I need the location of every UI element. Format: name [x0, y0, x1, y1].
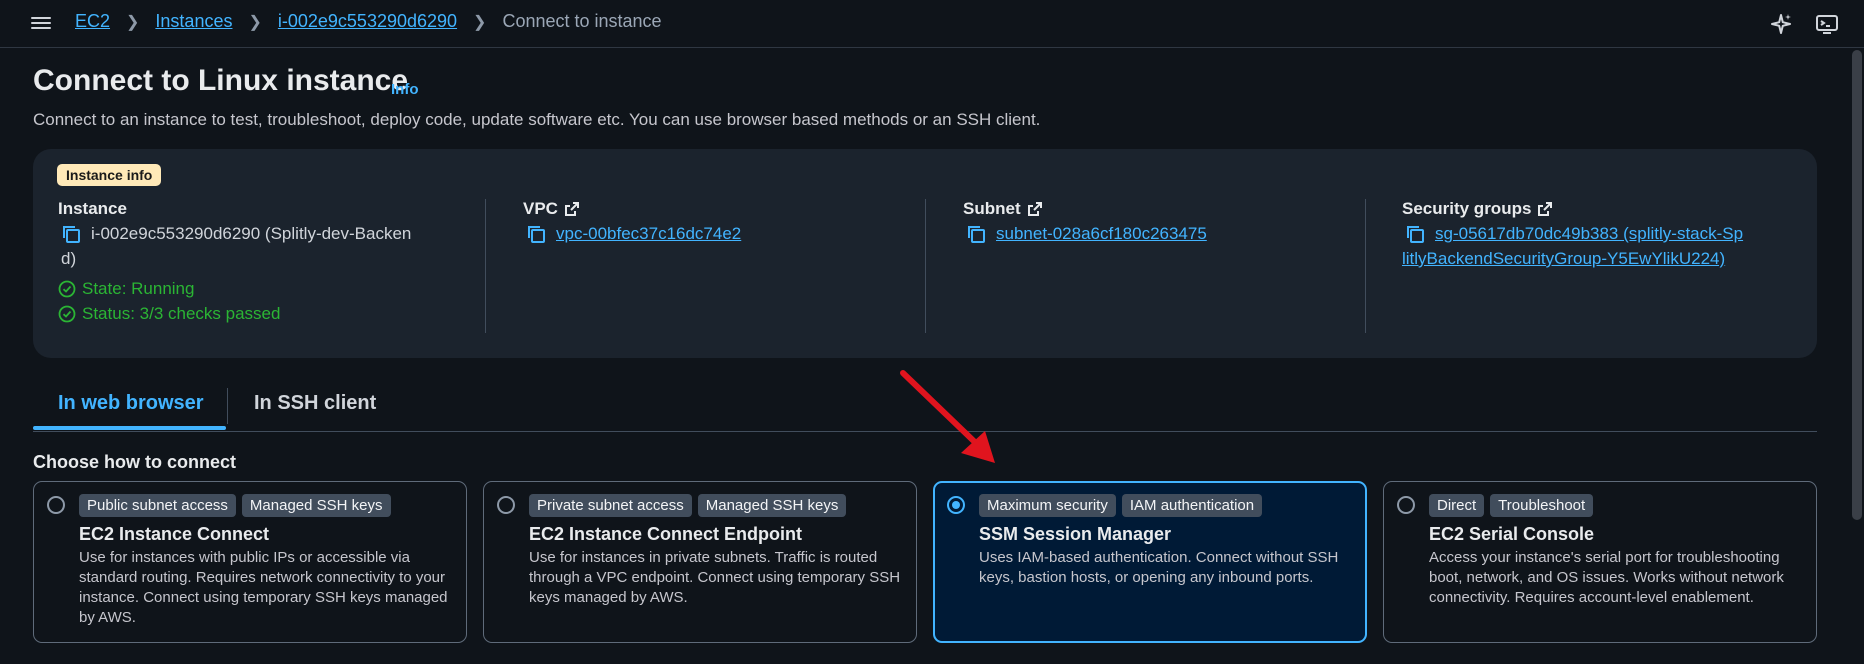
- tab-in-ssh-client[interactable]: In SSH client: [254, 392, 376, 415]
- breadcrumb-ec2[interactable]: EC2: [75, 11, 110, 32]
- copy-icon[interactable]: [1405, 224, 1425, 244]
- option-title: EC2 Instance Connect: [79, 524, 270, 544]
- copy-icon[interactable]: [61, 224, 81, 244]
- subnet-label-row: Subnet: [963, 199, 1207, 219]
- page-title: Connect to Linux instance: [33, 64, 409, 97]
- vpc-label: VPC: [523, 199, 558, 218]
- tab-in-web-browser[interactable]: In web browser: [58, 392, 204, 415]
- option-title: SSM Session Manager: [979, 524, 1172, 544]
- subnet-label: Subnet: [963, 199, 1021, 218]
- tag: Public subnet access: [79, 494, 236, 517]
- option-tags: Maximum security IAM authentication: [979, 494, 1263, 517]
- radio-button[interactable]: [1397, 496, 1415, 514]
- security-group-link[interactable]: sg-05617db70dc49b383 (splitly-stack-Sp: [1435, 221, 1743, 246]
- tag: IAM authentication: [1121, 494, 1263, 517]
- chevron-right-icon: ❯: [248, 13, 262, 31]
- tag: Managed SSH keys: [697, 494, 847, 517]
- red-arrow-annotation-icon: [900, 370, 995, 463]
- external-link-icon[interactable]: [564, 201, 580, 217]
- option-tags: Public subnet access Managed SSH keys: [79, 494, 391, 517]
- status-text: Status: 3/3 checks passed: [82, 304, 281, 323]
- vpc-column: VPC vpc-00bfec37c16dc74e2: [523, 199, 741, 246]
- chevron-right-icon: ❯: [473, 13, 487, 31]
- vpc-link[interactable]: vpc-00bfec37c16dc74e2: [556, 221, 741, 246]
- tag: Direct: [1429, 494, 1485, 517]
- subnet-column: Subnet subnet-028a6cf180c263475: [963, 199, 1207, 246]
- option-ssm-session-manager[interactable]: Maximum security IAM authentication SSM …: [933, 481, 1367, 643]
- instance-info-badge: Instance info: [57, 164, 162, 186]
- option-description: Use for instances with public IPs or acc…: [79, 549, 448, 626]
- instance-value-line1: i-002e9c553290d6290 (Splitly-dev-Backen: [91, 224, 412, 243]
- column-divider: [485, 199, 486, 333]
- option-description: Access your instance's serial port for t…: [1429, 549, 1784, 606]
- option-tags: Direct Troubleshoot: [1429, 494, 1594, 517]
- option-description: Uses IAM-based authentication. Connect w…: [979, 549, 1339, 586]
- instance-state: State: Running: [58, 276, 458, 301]
- menu-icon[interactable]: [31, 14, 51, 32]
- security-groups-value-row: sg-05617db70dc49b383 (splitly-stack-Sp l…: [1402, 221, 1792, 271]
- cloudshell-icon[interactable]: [1815, 12, 1839, 36]
- check-circle-icon: [58, 280, 76, 297]
- security-groups-label-row: Security groups: [1402, 199, 1792, 219]
- instance-value: i-002e9c553290d6290 (Splitly-dev-Backen …: [61, 221, 412, 271]
- instance-value-line2: d): [61, 249, 77, 268]
- page-scrollbar[interactable]: [1852, 50, 1862, 520]
- breadcrumb-current: Connect to instance: [502, 11, 662, 31]
- active-tab-indicator: [33, 426, 226, 430]
- vpc-label-row: VPC: [523, 199, 741, 219]
- tag: Managed SSH keys: [241, 494, 391, 517]
- security-groups-label: Security groups: [1402, 199, 1532, 218]
- external-link-icon[interactable]: [1027, 201, 1043, 217]
- tag: Private subnet access: [529, 494, 692, 517]
- tag: Troubleshoot: [1490, 494, 1594, 517]
- instance-value-row: i-002e9c553290d6290 (Splitly-dev-Backen …: [58, 221, 458, 271]
- security-groups-value: sg-05617db70dc49b383 (splitly-stack-Sp l…: [1402, 221, 1743, 271]
- top-navigation-bar: EC2 ❯ Instances ❯ i-002e9c553290d6290 ❯ …: [0, 0, 1864, 48]
- tag: Maximum security: [979, 494, 1116, 517]
- instance-label: Instance: [58, 199, 127, 218]
- radio-button[interactable]: [47, 496, 65, 514]
- sparkle-icon[interactable]: [1769, 12, 1793, 36]
- external-link-icon[interactable]: [1537, 201, 1553, 217]
- option-ec2-instance-connect-endpoint[interactable]: Private subnet access Managed SSH keys E…: [483, 481, 917, 643]
- option-description: Use for instances in private subnets. Tr…: [529, 549, 901, 606]
- tab-divider: [227, 388, 228, 424]
- option-title: EC2 Instance Connect Endpoint: [529, 524, 803, 544]
- breadcrumb-instances[interactable]: Instances: [155, 11, 232, 32]
- vpc-value-row: vpc-00bfec37c16dc74e2: [523, 221, 741, 246]
- instance-column: Instance i-002e9c553290d6290 (Splitly-de…: [58, 199, 458, 326]
- check-circle-icon: [58, 305, 76, 322]
- option-title: EC2 Serial Console: [1429, 524, 1595, 544]
- info-link[interactable]: Info: [391, 81, 419, 98]
- breadcrumb: EC2 ❯ Instances ❯ i-002e9c553290d6290 ❯ …: [75, 11, 662, 32]
- security-group-link-cont[interactable]: litlyBackendSecurityGroup-Y5EwYlikU224): [1402, 246, 1743, 271]
- instance-status: Status: 3/3 checks passed: [58, 301, 458, 326]
- security-groups-column: Security groups sg-05617db70dc49b383 (sp…: [1402, 199, 1792, 271]
- copy-icon[interactable]: [966, 224, 986, 244]
- subnet-link[interactable]: subnet-028a6cf180c263475: [996, 221, 1207, 246]
- option-tags: Private subnet access Managed SSH keys: [529, 494, 847, 517]
- column-divider: [925, 199, 926, 333]
- subnet-value-row: subnet-028a6cf180c263475: [963, 221, 1207, 246]
- breadcrumb-instance-id[interactable]: i-002e9c553290d6290: [278, 11, 457, 32]
- instance-info-card: Instance info Instance i-002e9c553290d62…: [33, 149, 1817, 358]
- radio-button-selected[interactable]: [947, 496, 965, 514]
- copy-icon[interactable]: [526, 224, 546, 244]
- page-description: Connect to an instance to test, troubles…: [33, 110, 1041, 129]
- radio-button[interactable]: [497, 496, 515, 514]
- column-divider: [1365, 199, 1366, 333]
- option-ec2-serial-console[interactable]: Direct Troubleshoot EC2 Serial Console A…: [1383, 481, 1817, 643]
- chevron-right-icon: ❯: [126, 13, 140, 31]
- choose-connect-heading: Choose how to connect: [33, 452, 237, 472]
- option-ec2-instance-connect[interactable]: Public subnet access Managed SSH keys EC…: [33, 481, 467, 643]
- state-text: State: Running: [82, 279, 195, 298]
